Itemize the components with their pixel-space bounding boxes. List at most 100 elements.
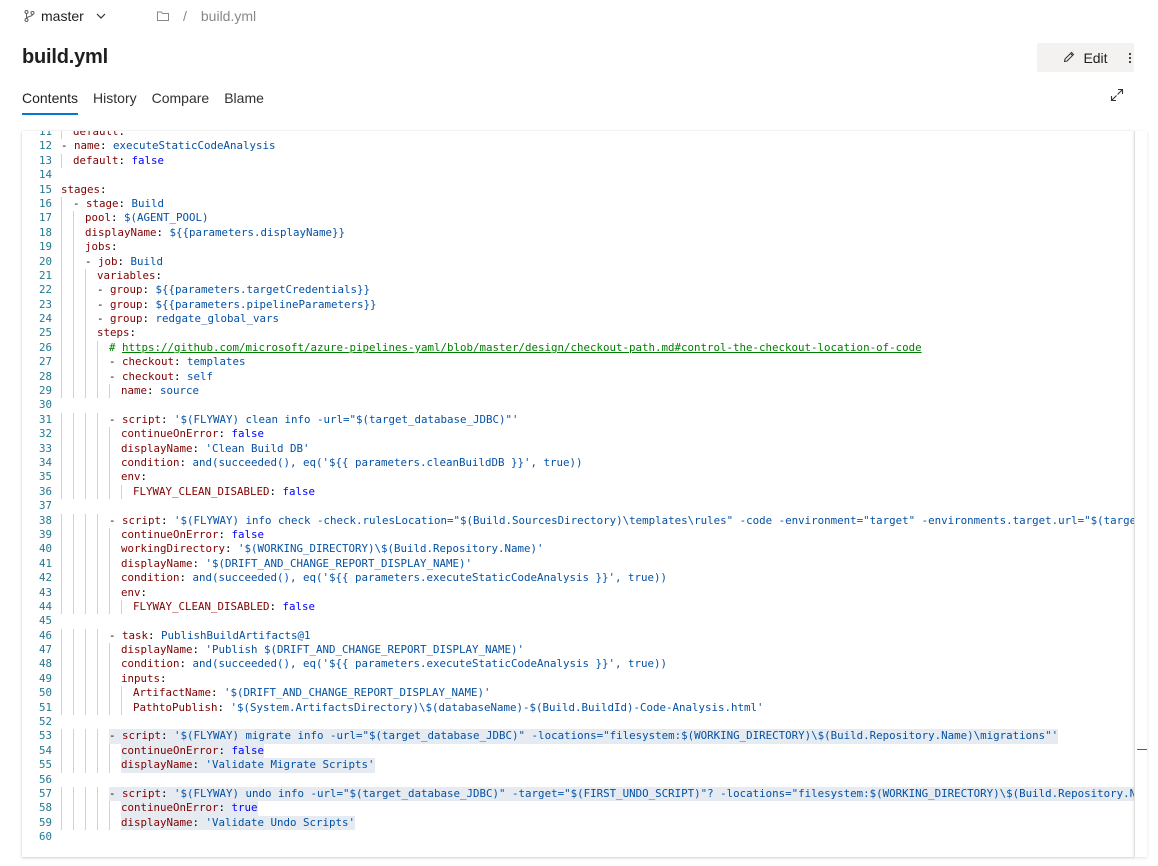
indent-guide [109, 643, 110, 658]
tab-contents[interactable]: Contents [22, 88, 79, 115]
line-number: 36 [38, 484, 52, 498]
code-line: 32 continueOnError: false [22, 427, 1134, 442]
breadcrumb-separator: / [183, 8, 187, 24]
breadcrumb-file[interactable]: build.yml [201, 8, 256, 24]
indent-guide [61, 786, 62, 802]
indent-guide [61, 484, 62, 500]
indent-guide [85, 599, 86, 615]
line-number: 41 [38, 556, 52, 570]
code-editor[interactable]: 11 default: 12 - name: executeStaticCodeAna… [22, 131, 1134, 857]
line-number: 23 [38, 297, 52, 311]
indent-guide [97, 455, 98, 471]
indent-guide [73, 542, 74, 557]
tab-blame[interactable]: Blame [224, 88, 264, 115]
more-vertical-icon[interactable] [1120, 47, 1140, 69]
indent-guide [97, 801, 98, 816]
indent-guide [85, 786, 86, 802]
line-text: continueOnError: false [121, 743, 265, 759]
indent-guide [97, 743, 98, 759]
indent-guide [109, 758, 110, 773]
indent-guide [61, 700, 62, 716]
indent-guide [73, 412, 74, 428]
indent-guide [85, 700, 86, 716]
line-number: 28 [38, 369, 52, 383]
indent-guide [61, 312, 62, 327]
tab-compare[interactable]: Compare [152, 88, 210, 115]
line-text: PathtoPublish: '$(System.ArtifactsDirect… [133, 700, 764, 714]
indent-guide [97, 542, 98, 557]
indent-guide [109, 455, 110, 471]
line-text: default: false [73, 153, 165, 167]
indent-guide [73, 556, 74, 572]
indent-guide [61, 527, 62, 543]
code-line: 43 env: [22, 585, 1134, 600]
indent-guide [61, 571, 62, 586]
indent-guide [97, 513, 98, 528]
code-line: 53 - script: '$(FLYWAY) migrate info -url… [22, 729, 1134, 744]
indent-guide [61, 326, 62, 341]
indent-guide [85, 815, 86, 831]
indent-guide [97, 412, 98, 428]
indent-guide [73, 700, 74, 716]
code-line: 28 - checkout: self [22, 369, 1134, 385]
line-number: 47 [38, 643, 52, 657]
line-text: workingDirectory: '$(WORKING_DIRECTORY)\… [121, 542, 544, 556]
code-line: 19 jobs: [22, 240, 1134, 255]
code-line: 37 [22, 499, 1134, 513]
code-line: 60 [22, 830, 1134, 844]
line-number: 17 [38, 211, 52, 225]
line-text: displayName: '$(DRIFT_AND_CHANGE_REPORT_… [121, 556, 473, 570]
line-number: 21 [38, 268, 52, 282]
line-number: 37 [38, 499, 52, 513]
indent-guide [97, 815, 98, 831]
tab-history[interactable]: History [93, 88, 137, 115]
line-text: - checkout: templates [109, 355, 246, 369]
line-text: - group: ${{parameters.targetCredentials… [97, 283, 371, 297]
indent-guide [73, 326, 74, 341]
line-number: 29 [38, 384, 52, 398]
indent-guide [97, 599, 98, 615]
line-text: name: source [121, 384, 200, 398]
indent-guide [97, 700, 98, 716]
line-text: variables: [97, 268, 163, 282]
code-line: 50 ArtifactName: '$(DRIFT_AND_CHANGE_REPO… [22, 686, 1134, 701]
code-line: 35 env: [22, 470, 1134, 485]
indent-guide [97, 441, 98, 456]
indent-guide [97, 470, 98, 485]
indent-guide [85, 643, 86, 658]
line-number: 18 [38, 225, 52, 239]
code-line: 48 condition: and(succeeded(), eq('${{ pa… [22, 657, 1134, 672]
indent-guide [109, 470, 110, 485]
indent-guide [97, 628, 98, 644]
line-text: displayName: 'Publish $(DRIFT_AND_CHANGE… [121, 643, 525, 657]
line-number: 49 [38, 671, 52, 685]
line-number: 31 [38, 412, 52, 426]
indent-guide [97, 729, 98, 744]
code-line: 56 [22, 773, 1134, 787]
expand-icon[interactable] [1110, 88, 1128, 106]
branch-selector[interactable]: master [24, 8, 106, 24]
indent-guide [73, 441, 74, 456]
line-text: condition: and(succeeded(), eq('${{ para… [121, 657, 668, 671]
indent-guide [73, 470, 74, 485]
code-line: 55 displayName: 'Validate Migrate Scripts… [22, 758, 1134, 773]
line-text: env: [121, 470, 148, 484]
line-text: - group: redgate_global_vars [97, 312, 280, 326]
indent-guide [73, 801, 74, 816]
line-number: 50 [38, 686, 52, 700]
indent-guide [85, 268, 86, 284]
code-line: 45 [22, 614, 1134, 628]
code-line: 12 - name: executeStaticCodeAnalysis [22, 139, 1134, 153]
indent-guide [109, 571, 110, 586]
code-line: 31 - script: '$(FLYWAY) clean info -url="… [22, 412, 1134, 428]
folder-icon[interactable] [157, 8, 169, 24]
line-number: 44 [38, 599, 52, 613]
code-line: 54 continueOnError: false [22, 743, 1134, 759]
line-text: continueOnError: true [121, 801, 258, 816]
line-number: 13 [38, 153, 52, 167]
line-text: - script: '$(FLYWAY) migrate info -url="… [109, 729, 1059, 744]
line-text: jobs: [85, 240, 118, 254]
line-number: 45 [38, 614, 52, 628]
indent-guide [61, 585, 62, 600]
line-number: 27 [38, 355, 52, 369]
